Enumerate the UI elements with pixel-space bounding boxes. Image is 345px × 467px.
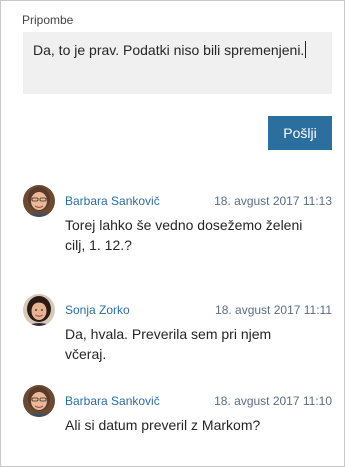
comment-timestamp: 18. avgust 2017 11:13 [214, 194, 332, 208]
comments-panel: Pripombe Da, to je prav. Podatki niso bi… [0, 0, 345, 467]
avatar [23, 385, 55, 417]
avatar [23, 185, 55, 217]
comment-input[interactable]: Da, to je prav. Podatki niso bili spreme… [23, 32, 332, 94]
text-caret [305, 41, 307, 58]
comment-author[interactable]: Sonja Zorko [65, 303, 130, 317]
send-button[interactable]: Pošlji [268, 116, 332, 150]
avatar-barbara-icon [23, 185, 55, 217]
comment-author[interactable]: Barbara Sankovič [65, 194, 160, 208]
comment-input-text: Da, to je prav. Podatki niso bili spreme… [33, 42, 305, 58]
avatar-sonja-icon [23, 294, 55, 326]
comments-label: Pripombe [22, 13, 74, 27]
comment-text: Torej lahko še vedno dosežemo želeni cil… [65, 217, 303, 253]
comment-text: Da, hvala. Preverila sem pri njem včeraj… [65, 326, 272, 362]
comment-text: Ali si datum preveril z Markom? [65, 417, 261, 433]
comment-author[interactable]: Barbara Sankovič [65, 394, 160, 408]
avatar-barbara-icon [23, 385, 55, 417]
comment-timestamp: 18. avgust 2017 11:10 [214, 394, 332, 408]
avatar [23, 294, 55, 326]
comment-timestamp: 18. avgust 2017 11:11 [215, 303, 332, 317]
